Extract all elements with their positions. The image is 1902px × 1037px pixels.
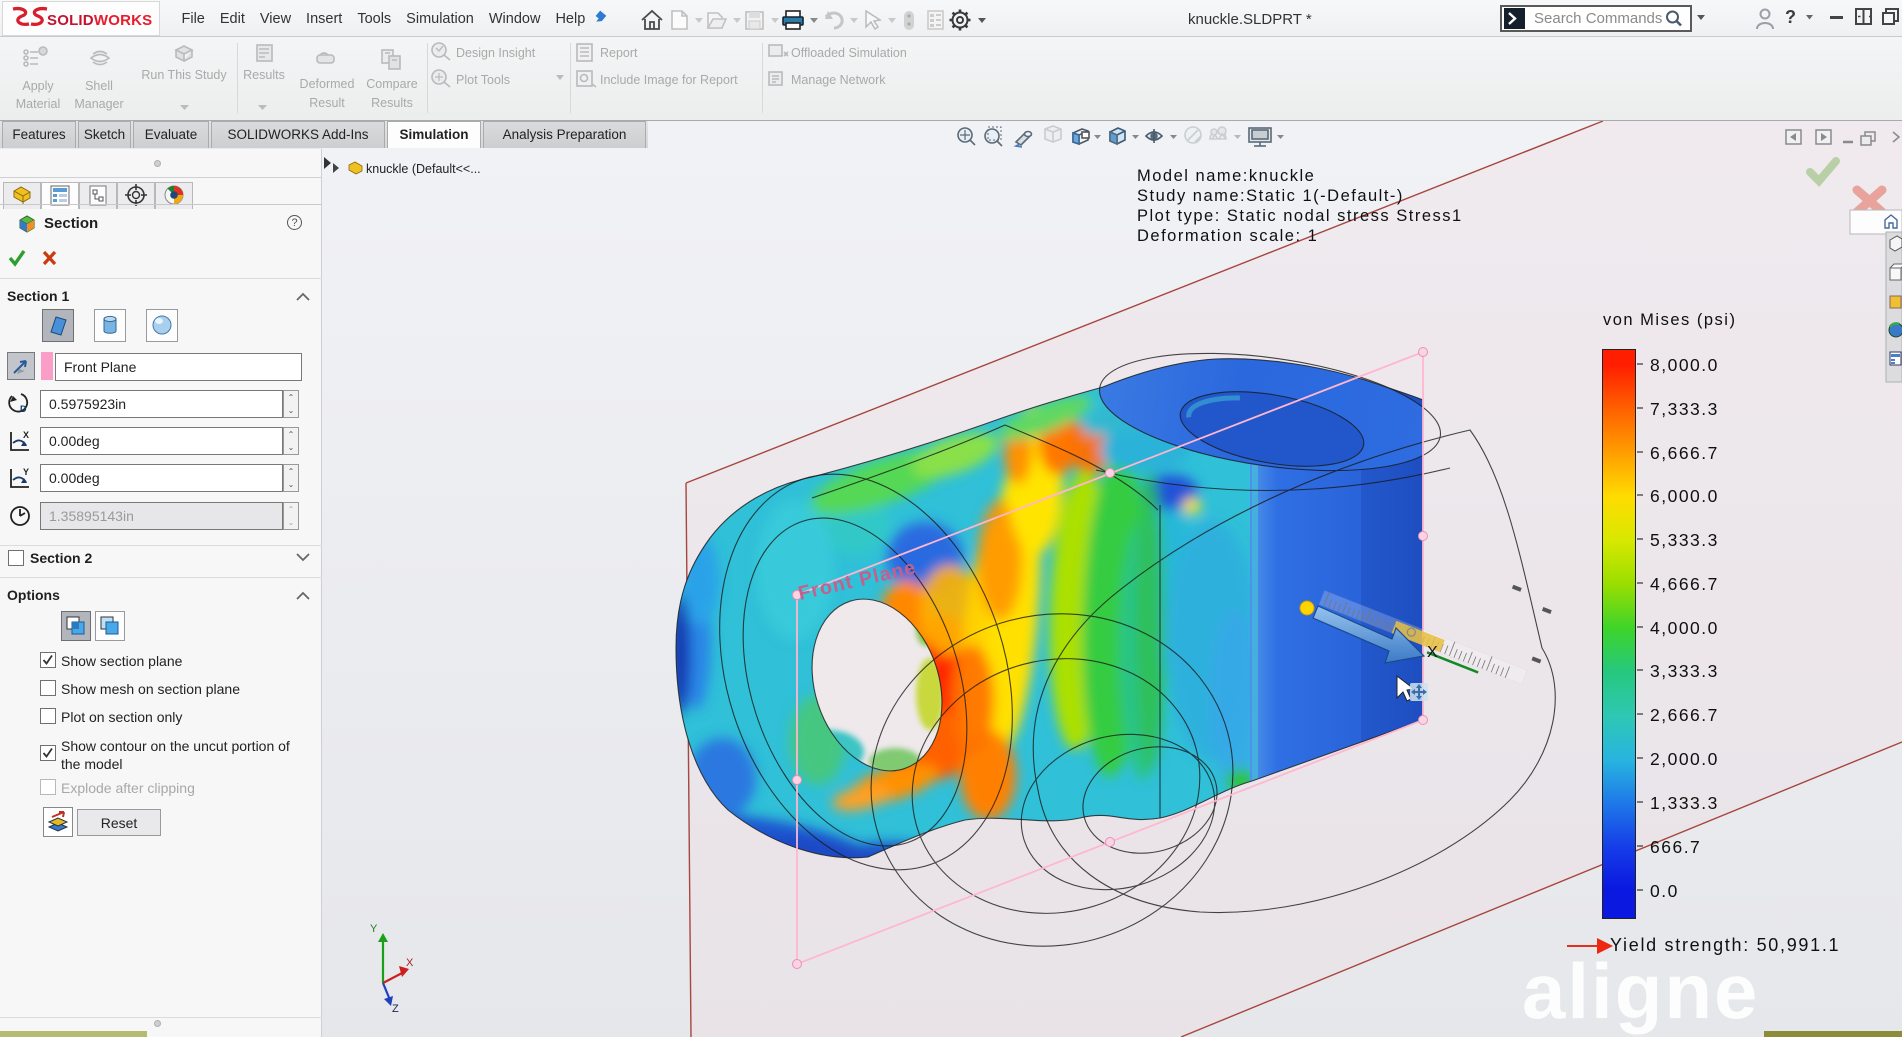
svg-text:X: X (1427, 644, 1438, 661)
svg-text:Z: Z (392, 1003, 399, 1015)
svg-text:SOLIDWORKS: SOLIDWORKS (47, 12, 152, 29)
svg-text:Y: Y (23, 467, 29, 477)
svg-text:X: X (23, 430, 29, 440)
svg-text:Y: Y (370, 923, 378, 935)
svg-text:knuckle (Default<<...: knuckle (Default<<... (366, 162, 481, 176)
svg-text:X: X (406, 957, 414, 969)
svg-text:D: D (20, 404, 27, 414)
